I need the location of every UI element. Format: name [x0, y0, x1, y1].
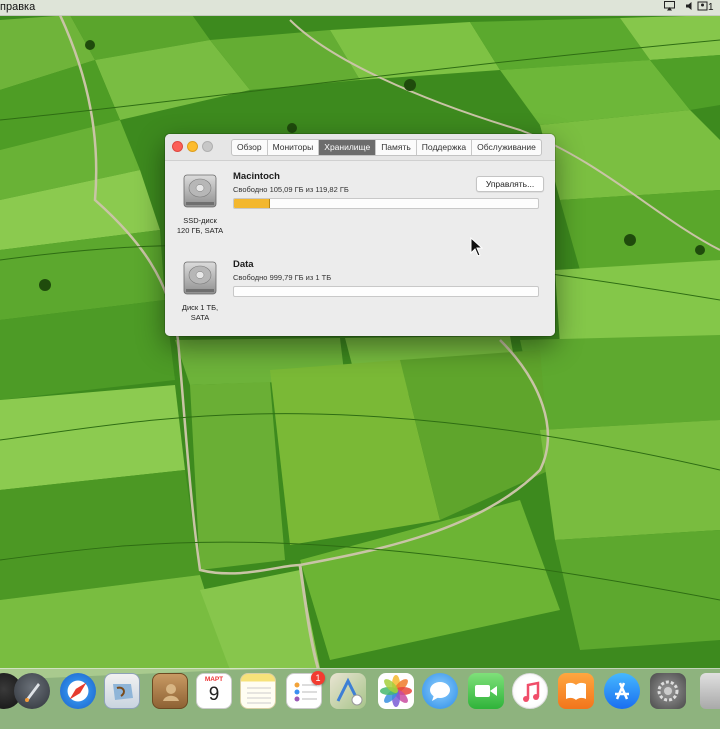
volume-name: Data: [233, 259, 254, 270]
disk-caption: SSD-диск 120 ГБ, SATA: [165, 216, 235, 236]
calendar-day-label: 9: [208, 684, 220, 705]
airplay-icon[interactable]: [663, 1, 675, 13]
desktop-wallpaper: [0, 0, 720, 720]
facetime-icon[interactable]: [468, 673, 504, 709]
launchpad-icon[interactable]: [14, 673, 50, 709]
menu-clock[interactable]: 1: [708, 0, 714, 15]
messages-icon[interactable]: [422, 673, 458, 709]
mouse-cursor-icon: [470, 237, 484, 257]
tab-bar: Обзор Мониторы Хранилище Память Поддержк…: [231, 139, 542, 156]
disk-caption-line: SSD-диск: [183, 216, 217, 225]
menu-bar: правка 1: [0, 0, 720, 16]
trash-icon[interactable]: [700, 673, 720, 709]
ssd-disk-icon: [183, 174, 217, 208]
storage-usage-bar: [233, 198, 539, 209]
calendar-icon[interactable]: МАРТ 9: [196, 673, 232, 709]
contacts-icon[interactable]: [152, 673, 188, 709]
maps-icon[interactable]: [330, 673, 366, 709]
window-titlebar[interactable]: Обзор Мониторы Хранилище Память Поддержк…: [165, 134, 555, 161]
safari-icon[interactable]: [60, 673, 96, 709]
reminders-badge: 1: [311, 671, 325, 685]
user-icon[interactable]: [696, 1, 708, 13]
tab-storage[interactable]: Хранилище: [319, 140, 377, 155]
disk-caption-line: 120 ГБ, SATA: [176, 226, 224, 235]
manage-button[interactable]: Управлять...: [476, 176, 544, 192]
tab-service[interactable]: Обслуживание: [472, 140, 541, 155]
disk-caption: Диск 1 ТБ, SATA: [165, 303, 235, 323]
volume-free-space: Свободно 999,79 ГБ из 1 ТБ: [233, 273, 332, 282]
photos-icon[interactable]: [378, 673, 414, 709]
tab-overview[interactable]: Обзор: [232, 140, 268, 155]
storage-pane: SSD-диск 120 ГБ, SATA Macintoch Свободно…: [165, 161, 555, 336]
tab-memory[interactable]: Память: [376, 140, 417, 155]
zoom-button: [202, 141, 213, 152]
minimize-button[interactable]: [187, 141, 198, 152]
app-store-icon[interactable]: [604, 673, 640, 709]
tab-displays[interactable]: Мониторы: [268, 140, 320, 155]
volume-name: Macintoch: [233, 171, 280, 182]
storage-usage-bar: [233, 286, 539, 297]
books-icon[interactable]: [558, 673, 594, 709]
about-this-mac-window: Обзор Мониторы Хранилище Память Поддержк…: [165, 134, 555, 336]
notes-icon[interactable]: [240, 673, 276, 709]
mail-icon[interactable]: [104, 673, 140, 709]
disk-caption-line: Диск 1 ТБ,: [181, 303, 219, 312]
close-button[interactable]: [172, 141, 183, 152]
volume-free-space: Свободно 105,09 ГБ из 119,82 ГБ: [233, 185, 349, 194]
disk-caption-line: SATA: [190, 313, 210, 322]
tab-support[interactable]: Поддержка: [417, 140, 473, 155]
system-preferences-icon[interactable]: [650, 673, 686, 709]
menu-item-help[interactable]: правка: [0, 0, 35, 15]
music-icon[interactable]: [512, 673, 548, 709]
volume-icon[interactable]: [684, 1, 696, 13]
hdd-disk-icon: [183, 261, 217, 295]
storage-usage-fill: [234, 199, 271, 208]
